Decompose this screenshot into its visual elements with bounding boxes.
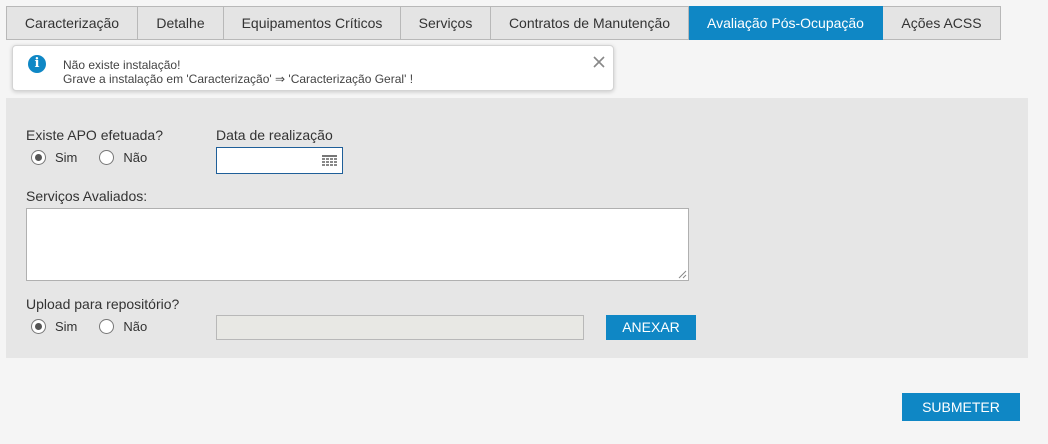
upload-nao-radio[interactable] (99, 319, 115, 334)
apo-label: Existe APO efetuada? (26, 127, 163, 143)
date-label: Data de realização (216, 127, 333, 143)
alert-line-2: Grave a instalação em 'Caracterização' ⇒… (63, 72, 414, 86)
form-panel: Existe APO efetuada? Sim Não Data de rea… (6, 98, 1028, 358)
tab-servicos[interactable]: Serviços (401, 6, 491, 40)
upload-radio-group: Sim Não (31, 319, 169, 334)
close-icon[interactable] (592, 55, 606, 69)
date-input[interactable] (216, 147, 343, 174)
apo-sim-label: Sim (55, 150, 78, 165)
info-icon: i (28, 55, 46, 73)
apo-radio-group: Sim Não (31, 150, 169, 165)
apo-sim-radio[interactable] (31, 150, 46, 165)
tab-acoes-acss[interactable]: Ações ACSS (883, 6, 1001, 40)
upload-label: Upload para repositório? (26, 296, 180, 312)
resize-handle-icon[interactable] (678, 270, 687, 279)
tab-equipamentos-criticos[interactable]: Equipamentos Críticos (224, 6, 401, 40)
tab-avaliacao-pos-ocupacao[interactable]: Avaliação Pós-Ocupação (689, 6, 883, 40)
file-path-field[interactable] (216, 315, 584, 340)
tab-caracterizacao[interactable]: Caracterização (6, 6, 138, 40)
alert-message: Não existe instalação! Grave a instalaçã… (63, 58, 413, 86)
tab-contratos-manutencao[interactable]: Contratos de Manutenção (491, 6, 689, 40)
attach-button[interactable]: ANEXAR (606, 315, 696, 340)
upload-nao-label: Não (123, 319, 148, 334)
calendar-icon[interactable] (322, 155, 337, 167)
services-label: Serviços Avaliados: (26, 188, 148, 204)
tab-detalhe[interactable]: Detalhe (138, 6, 224, 40)
info-alert: i Não existe instalação! Grave a instala… (12, 45, 614, 91)
apo-nao-label: Não (123, 150, 148, 165)
services-textarea[interactable] (26, 208, 689, 281)
submit-button[interactable]: SUBMETER (902, 393, 1020, 421)
upload-sim-label: Sim (55, 319, 78, 334)
apo-nao-radio[interactable] (99, 150, 115, 165)
tab-bar: Caracterização Detalhe Equipamentos Crít… (6, 6, 1001, 40)
upload-sim-radio[interactable] (31, 319, 46, 334)
alert-line-1: Não existe instalação! (63, 58, 181, 72)
